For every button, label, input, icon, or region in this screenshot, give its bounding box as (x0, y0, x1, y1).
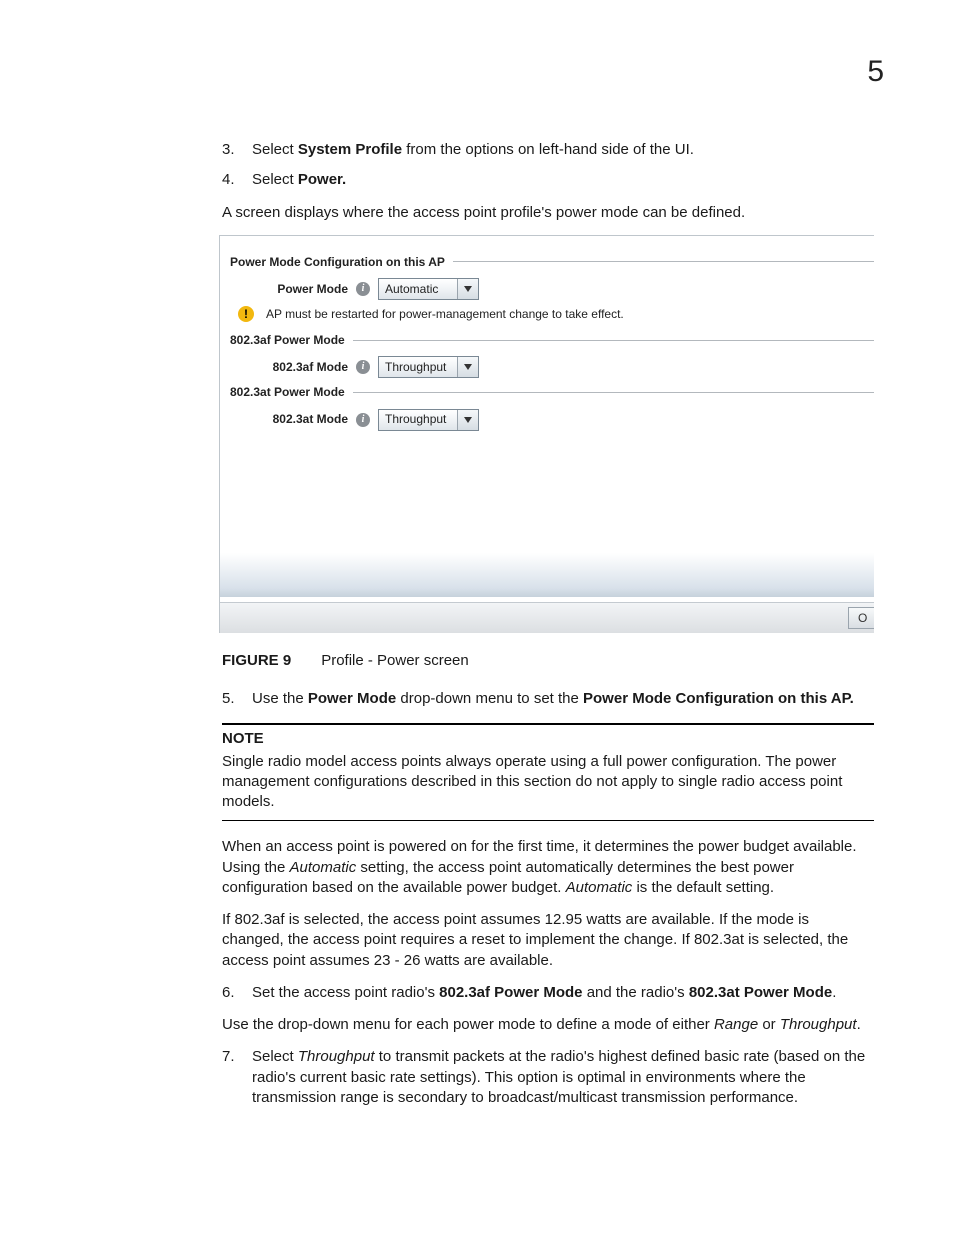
dropdown-value: Automatic (379, 281, 457, 297)
row-at-mode: 802.3at Mode i Throughput (230, 409, 874, 431)
para-af: If 802.3af is selected, the access point… (222, 910, 874, 971)
gradient-strip (220, 553, 874, 597)
b: 802.3at Power Mode (689, 984, 832, 1001)
step-number: 4. (222, 170, 235, 190)
step-number: 7. (222, 1047, 235, 1067)
chevron-down-icon (457, 410, 478, 430)
row-power-mode: Power Mode i Automatic (230, 278, 874, 300)
step-text-pre: Select (252, 171, 298, 188)
b: 802.3af Power Mode (439, 984, 582, 1001)
steps-list-b: 5. Use the Power Mode drop-down menu to … (222, 689, 874, 709)
t: Select (252, 1048, 298, 1065)
steps-list-d: 7. Select Throughput to transmit packets… (222, 1047, 874, 1108)
step-text-pre: Select (252, 141, 298, 158)
dropdown-af-mode[interactable]: Throughput (378, 356, 479, 378)
t: Use the (252, 690, 308, 707)
info-icon[interactable]: i (356, 282, 370, 296)
ok-button-fragment[interactable]: O (848, 607, 874, 629)
info-icon[interactable]: i (356, 413, 370, 427)
step-number: 3. (222, 140, 235, 160)
power-screen-figure: Power Mode Configuration on this AP Powe… (219, 235, 874, 633)
dropdown-at-mode[interactable]: Throughput (378, 409, 479, 431)
chevron-down-icon (457, 357, 478, 377)
section-power-mode-config: Power Mode Configuration on this AP (230, 254, 874, 270)
step-4: 4. Select Power. (222, 170, 874, 190)
step-number: 5. (222, 689, 235, 709)
i: Throughput (298, 1048, 375, 1065)
step-5: 5. Use the Power Mode drop-down menu to … (222, 689, 874, 709)
step-text-post: from the options on left-hand side of th… (402, 141, 694, 158)
note-block: NOTE Single radio model access points al… (222, 723, 874, 821)
step-text-bold: Power. (298, 171, 346, 188)
t: . (832, 984, 836, 1001)
step-3: 3. Select System Profile from the option… (222, 140, 874, 160)
section-title: 802.3af Power Mode (230, 332, 345, 348)
row-af-mode: 802.3af Mode i Throughput (230, 356, 874, 378)
page-number: 5 (867, 55, 884, 89)
para-automatic: When an access point is powered on for t… (222, 837, 874, 898)
section-rule (353, 340, 874, 341)
dropdown-value: Throughput (379, 359, 457, 375)
dropdown-value: Throughput (379, 411, 457, 427)
button-strip: O (220, 602, 874, 633)
b: Power Mode (308, 690, 396, 707)
t: and the radio's (583, 984, 689, 1001)
section-title: 802.3at Power Mode (230, 384, 345, 400)
chevron-down-icon (457, 279, 478, 299)
step-6: 6. Set the access point radio's 802.3af … (222, 983, 874, 1003)
t: Set the access point radio's (252, 984, 439, 1001)
figure-caption: FIGURE 9 Profile - Power screen (222, 651, 874, 671)
section-title: Power Mode Configuration on this AP (230, 254, 445, 270)
note-title: NOTE (222, 729, 874, 749)
t: drop-down menu to set the (396, 690, 583, 707)
info-icon[interactable]: i (356, 360, 370, 374)
section-af-power-mode: 802.3af Power Mode (230, 332, 874, 348)
section-rule (353, 392, 874, 393)
i: Automatic (566, 879, 633, 896)
i: Range (714, 1016, 758, 1033)
step-number: 6. (222, 983, 235, 1003)
b: Power Mode Configuration on this AP. (583, 690, 854, 707)
label-at-mode: 802.3at Mode (230, 411, 356, 427)
step-7: 7. Select Throughput to transmit packets… (222, 1047, 874, 1108)
note-body: Single radio model access points always … (222, 752, 874, 813)
intro-paragraph: A screen displays where the access point… (222, 203, 874, 223)
i: Throughput (780, 1016, 857, 1033)
section-rule (453, 261, 874, 262)
figure-label: FIGURE 9 (222, 652, 291, 669)
dropdown-power-mode[interactable]: Automatic (378, 278, 479, 300)
warning-icon: ! (238, 306, 254, 322)
figure-text: Profile - Power screen (321, 652, 469, 669)
para-dropdown: Use the drop-down menu for each power mo… (222, 1015, 874, 1035)
step-text-bold: System Profile (298, 141, 402, 158)
page-content: 3. Select System Profile from the option… (222, 140, 874, 1108)
warning-text: AP must be restarted for power-managemen… (266, 306, 624, 322)
i: Automatic (290, 859, 357, 876)
section-at-power-mode: 802.3at Power Mode (230, 384, 874, 400)
warning-row: ! AP must be restarted for power-managem… (238, 306, 874, 322)
t: or (758, 1016, 780, 1033)
t: Use the drop-down menu for each power mo… (222, 1016, 714, 1033)
t: . (857, 1016, 861, 1033)
steps-list-a: 3. Select System Profile from the option… (222, 140, 874, 191)
label-af-mode: 802.3af Mode (230, 359, 356, 375)
t: is the default setting. (632, 879, 774, 896)
steps-list-c: 6. Set the access point radio's 802.3af … (222, 983, 874, 1003)
label-power-mode: Power Mode (230, 281, 356, 297)
